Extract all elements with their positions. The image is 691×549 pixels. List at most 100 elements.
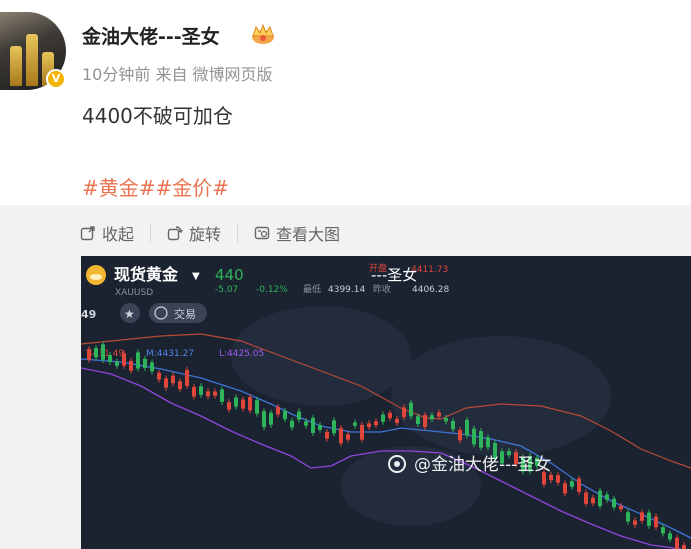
candle xyxy=(563,483,567,494)
verified-badge-icon: V xyxy=(46,69,66,89)
toolbar-divider xyxy=(150,223,152,243)
post-source: 来自 微博网页版 xyxy=(155,65,273,84)
candle xyxy=(325,431,329,439)
candle xyxy=(150,362,154,372)
candle xyxy=(353,422,357,426)
candle xyxy=(640,512,644,521)
candle xyxy=(647,512,651,526)
candle xyxy=(675,537,679,549)
candle xyxy=(486,437,490,448)
candle xyxy=(381,414,385,422)
candle xyxy=(241,399,245,409)
view-large-label: 查看大图 xyxy=(276,225,341,244)
crown-icon xyxy=(252,23,274,44)
current-price: 440 xyxy=(215,266,244,284)
candle xyxy=(472,428,476,445)
candle xyxy=(157,372,161,380)
candle xyxy=(276,406,280,415)
candle xyxy=(122,353,126,366)
candle xyxy=(423,415,427,428)
prev-close-value: 4406.28 xyxy=(412,285,449,295)
candle xyxy=(465,419,469,436)
indicator-l: L:4425.05 xyxy=(219,349,264,359)
candle xyxy=(479,431,483,448)
candle xyxy=(430,415,434,420)
trade-label: 交易 xyxy=(174,307,196,321)
candle xyxy=(108,355,112,362)
candle xyxy=(318,425,322,430)
view-large-button[interactable]: 查看大图 xyxy=(254,221,340,245)
price-change: -5.07 xyxy=(215,285,238,295)
partial-label: 49 xyxy=(81,308,96,321)
candle xyxy=(605,494,609,500)
candle xyxy=(458,429,462,441)
candle xyxy=(374,421,378,426)
candle xyxy=(437,412,441,417)
candle xyxy=(178,381,182,390)
post-text: 4400不破可加仓 xyxy=(82,104,233,128)
candle xyxy=(227,402,231,410)
candle xyxy=(262,411,266,428)
candle xyxy=(115,361,119,366)
gold-bar-icon xyxy=(90,274,102,280)
candle xyxy=(668,533,672,540)
candle xyxy=(556,475,560,483)
instrument-dropdown-icon[interactable]: ▼ xyxy=(192,271,200,282)
candle xyxy=(626,512,630,522)
collapse-button[interactable]: 收起 xyxy=(80,221,134,245)
candle xyxy=(409,402,413,417)
candle xyxy=(164,378,168,388)
candle xyxy=(234,397,238,407)
candlestick-chart: 现货黄金 ▼ XAUUSD 440 -5.07 -0.12% 最低 4399.1… xyxy=(81,262,691,549)
tag-gold-price[interactable]: #金价# xyxy=(156,176,230,200)
candle xyxy=(171,375,175,384)
price-change-pct: -0.12% xyxy=(256,285,288,295)
candle xyxy=(654,516,658,528)
candle xyxy=(332,420,336,434)
candle xyxy=(346,434,350,440)
candle xyxy=(248,396,252,411)
trophy-icon xyxy=(10,46,22,86)
instrument-code: XAUUSD xyxy=(115,288,153,298)
candle xyxy=(129,360,133,371)
candle xyxy=(402,407,406,418)
candle xyxy=(339,428,343,444)
collapse-label: 收起 xyxy=(102,225,135,244)
toolbar-divider xyxy=(237,223,239,243)
candle xyxy=(311,417,315,433)
author-name[interactable]: 金油大佬---圣女 xyxy=(82,22,220,49)
candle xyxy=(661,527,665,534)
overlay-name: ---圣女 xyxy=(371,266,417,284)
candle xyxy=(395,418,399,424)
candle xyxy=(451,421,455,430)
indicator-value-red: 4431.49 xyxy=(87,349,124,359)
candle xyxy=(598,490,602,507)
candle xyxy=(367,423,371,428)
post-time[interactable]: 10分钟前 xyxy=(82,65,150,84)
watermark-text: @金油大佬---圣女 xyxy=(414,455,551,475)
chart-image[interactable]: 现货黄金 ▼ XAUUSD 440 -5.07 -0.12% 最低 4399.1… xyxy=(81,256,691,549)
rotate-button[interactable]: 旋转 xyxy=(167,221,221,245)
candle xyxy=(682,545,686,549)
candle xyxy=(570,481,574,487)
candle xyxy=(584,492,588,504)
low-value: 4399.14 xyxy=(328,285,365,295)
candle xyxy=(619,505,623,510)
candle xyxy=(192,386,196,397)
candle xyxy=(101,344,105,360)
candle xyxy=(304,421,308,426)
candle xyxy=(269,412,273,425)
candle xyxy=(612,498,616,508)
candle xyxy=(577,478,581,492)
view-large-icon xyxy=(254,226,270,240)
tag-gold[interactable]: #黄金# xyxy=(82,176,156,200)
post-meta: 10分钟前 来自 微博网页版 xyxy=(82,61,273,85)
candle xyxy=(549,474,553,481)
rotate-label: 旋转 xyxy=(189,225,222,244)
rotate-icon xyxy=(167,226,183,241)
candle xyxy=(206,391,210,397)
star-icon: ★ xyxy=(124,307,135,321)
image-toolbar: 收起 旋转 查看大图 xyxy=(80,218,340,248)
post-tags: #黄金##金价# xyxy=(82,172,229,201)
candle xyxy=(94,348,98,358)
